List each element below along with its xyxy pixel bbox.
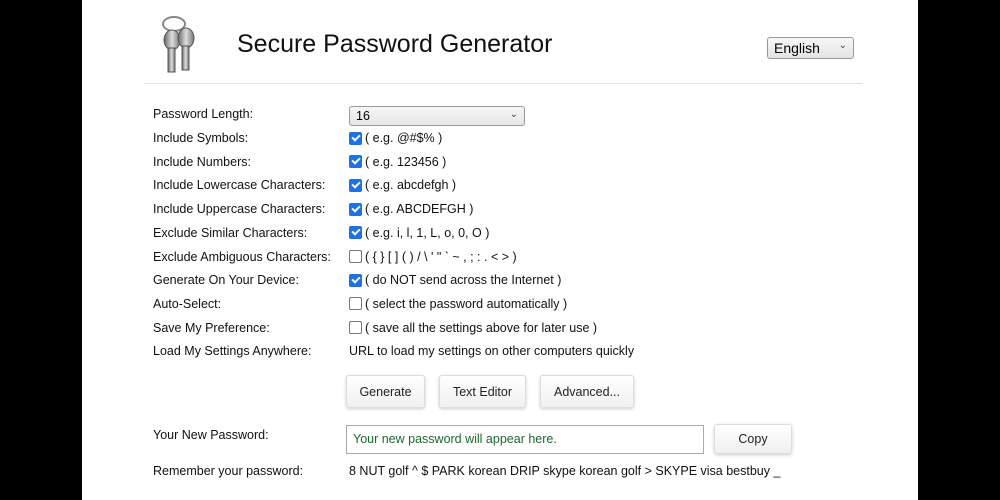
password-length-value: 16	[356, 109, 370, 123]
option-row: ( e.g. abcdefgh )	[349, 175, 456, 195]
load-settings-label: Load My Settings Anywhere:	[153, 344, 312, 358]
option-checkbox[interactable]	[349, 297, 362, 311]
option-hint: ( do NOT send across the Internet )	[365, 273, 562, 288]
page: Secure Password Generator English ⌄ Passw…	[82, 0, 918, 500]
text-editor-button[interactable]: Text Editor	[439, 375, 526, 408]
option-hint: ( e.g. 123456 )	[365, 154, 447, 169]
option-row: ( e.g. i, l, 1, L, o, 0, O )	[349, 223, 489, 243]
option-hint: ( e.g. abcdefgh )	[365, 178, 457, 193]
option-hint: ( e.g. ABCDEFGH )	[365, 202, 474, 217]
option-checkbox[interactable]	[349, 226, 362, 240]
copy-button[interactable]: Copy	[714, 424, 792, 454]
option-row: ( save all the settings above for later …	[349, 318, 597, 338]
option-label: Include Symbols:	[153, 131, 249, 145]
remember-password-label: Remember your password:	[153, 464, 304, 478]
option-checkbox[interactable]	[349, 131, 362, 145]
option-hint: ( select the password automatically )	[365, 296, 568, 311]
option-row: ( e.g. 123456 )	[349, 152, 446, 172]
new-password-label: Your New Password:	[153, 428, 269, 442]
option-hint: ( { } [ ] ( ) / \ ' " ` ~ , ; : . < > )	[365, 249, 517, 264]
language-value: English	[774, 40, 820, 56]
option-label: Save My Preference:	[153, 320, 270, 335]
option-label: Include Uppercase Characters:	[153, 202, 326, 217]
chevron-down-icon: ⌄	[509, 109, 518, 120]
chevron-down-icon: ⌄	[838, 40, 847, 51]
option-label: Include Numbers:	[153, 154, 251, 169]
option-hint: ( save all the settings above for later …	[365, 320, 598, 335]
option-label: Exclude Similar Characters:	[153, 225, 308, 240]
language-select[interactable]: English ⌄	[767, 37, 854, 59]
option-row: ( select the password automatically )	[349, 294, 567, 314]
password-length-label: Password Length:	[153, 107, 254, 121]
load-settings-link[interactable]: URL to load my settings on other compute…	[349, 341, 634, 361]
option-row: ( e.g. ABCDEFGH )	[349, 199, 473, 219]
option-row: ( { } [ ] ( ) / \ ' " ` ~ , ; : . < > )	[349, 247, 517, 267]
keys-icon	[162, 16, 195, 73]
option-label: Auto-Select:	[153, 296, 222, 311]
password-length-select[interactable]: 16 ⌄	[349, 106, 525, 126]
option-checkbox[interactable]	[349, 273, 362, 287]
option-label: Exclude Ambiguous Characters:	[153, 249, 331, 264]
advanced-button[interactable]: Advanced...	[540, 375, 634, 408]
option-checkbox[interactable]	[349, 250, 362, 263]
option-hint: ( e.g. i, l, 1, L, o, 0, O )	[365, 225, 490, 240]
divider	[144, 83, 862, 84]
option-checkbox[interactable]	[349, 202, 362, 216]
option-label: Include Lowercase Characters:	[153, 178, 326, 193]
option-checkbox[interactable]	[349, 155, 362, 169]
option-row: ( do NOT send across the Internet )	[349, 270, 561, 290]
generate-button[interactable]: Generate	[346, 375, 425, 408]
option-row: ( e.g. @#$% )	[349, 128, 442, 148]
page-title: Secure Password Generator	[237, 30, 553, 58]
new-password-field[interactable]: Your new password will appear here.	[346, 425, 704, 454]
remember-password-text: 8 NUT golf ^ $ PARK korean DRIP skype ko…	[349, 464, 781, 478]
option-checkbox[interactable]	[349, 178, 362, 192]
option-label: Generate On Your Device:	[153, 273, 299, 288]
option-hint: ( e.g. @#$% )	[365, 131, 443, 145]
option-checkbox[interactable]	[349, 321, 362, 335]
